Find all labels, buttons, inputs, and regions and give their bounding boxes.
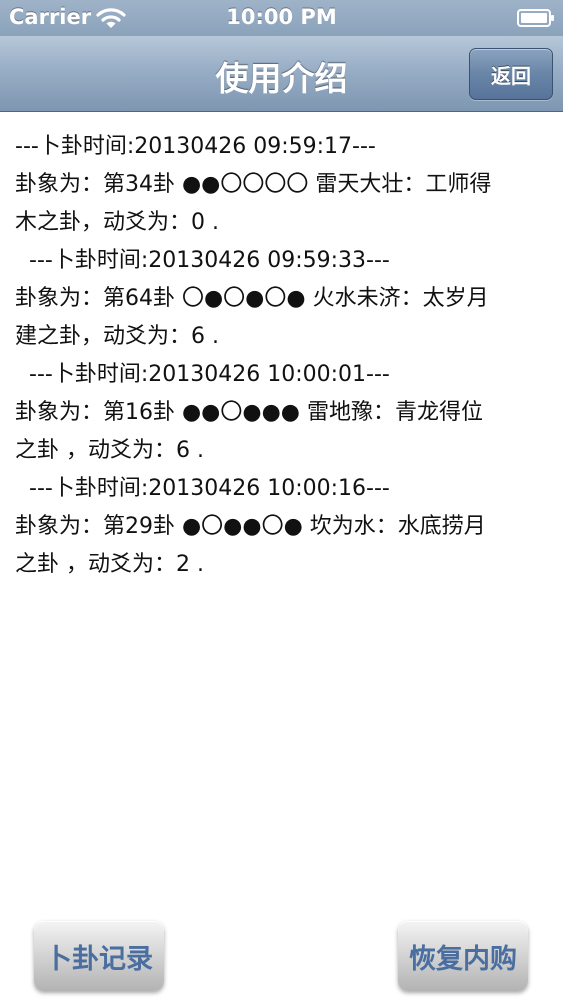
record-header: ---卜卦时间:20130426 09:59:33--- [29, 248, 390, 273]
record-header: ---卜卦时间:20130426 09:59:17--- [15, 134, 376, 159]
record-entry: ---卜卦时间:20130426 10:00:01--- 卦象为：第16卦 ●●… [15, 356, 549, 470]
record-list: ---卜卦时间:20130426 09:59:17--- 卦象为：第34卦 ●●… [0, 128, 563, 584]
record-result-line: 卦象为：第29卦 ●〇●●〇● 坎为水：水底捞月 [15, 514, 486, 539]
restore-purchase-button[interactable]: 恢复内购 [398, 921, 528, 991]
battery-icon [517, 9, 554, 27]
record-result-line: 卦象为：第64卦 〇●〇●〇● 火水未济：太岁月 [15, 286, 489, 311]
back-button[interactable]: 返回 [469, 48, 553, 100]
record-entry: ---卜卦时间:20130426 10:00:16--- 卦象为：第29卦 ●〇… [15, 470, 549, 584]
record-result-line: 之卦 ，动爻为：6 . [15, 438, 204, 463]
divination-record-button[interactable]: 卜卦记录 [34, 921, 164, 991]
record-entry: ---卜卦时间:20130426 09:59:17--- 卦象为：第34卦 ●●… [15, 128, 549, 242]
status-bar: Carrier 10:00 PM [0, 0, 563, 36]
screen: Carrier 10:00 PM 使用介绍 返回 ---卜卦时间:2013042… [0, 0, 563, 1000]
record-result-line: 木之卦，动爻为：0 . [15, 210, 219, 235]
record-entry: ---卜卦时间:20130426 09:59:33--- 卦象为：第64卦 〇●… [15, 242, 549, 356]
record-result-line: 之卦 ，动爻为：2 . [15, 552, 204, 577]
record-result-line: 卦象为：第34卦 ●●〇〇〇〇 雷天大壮：工师得 [15, 172, 492, 197]
clock: 10:00 PM [226, 5, 337, 29]
record-header: ---卜卦时间:20130426 10:00:01--- [29, 362, 390, 387]
record-result-line: 建之卦，动爻为：6 . [15, 324, 219, 349]
record-header: ---卜卦时间:20130426 10:00:16--- [29, 476, 390, 501]
record-result-line: 卦象为：第16卦 ●●〇●●● 雷地豫：青龙得位 [15, 400, 483, 425]
navigation-bar: 使用介绍 返回 [0, 36, 563, 112]
